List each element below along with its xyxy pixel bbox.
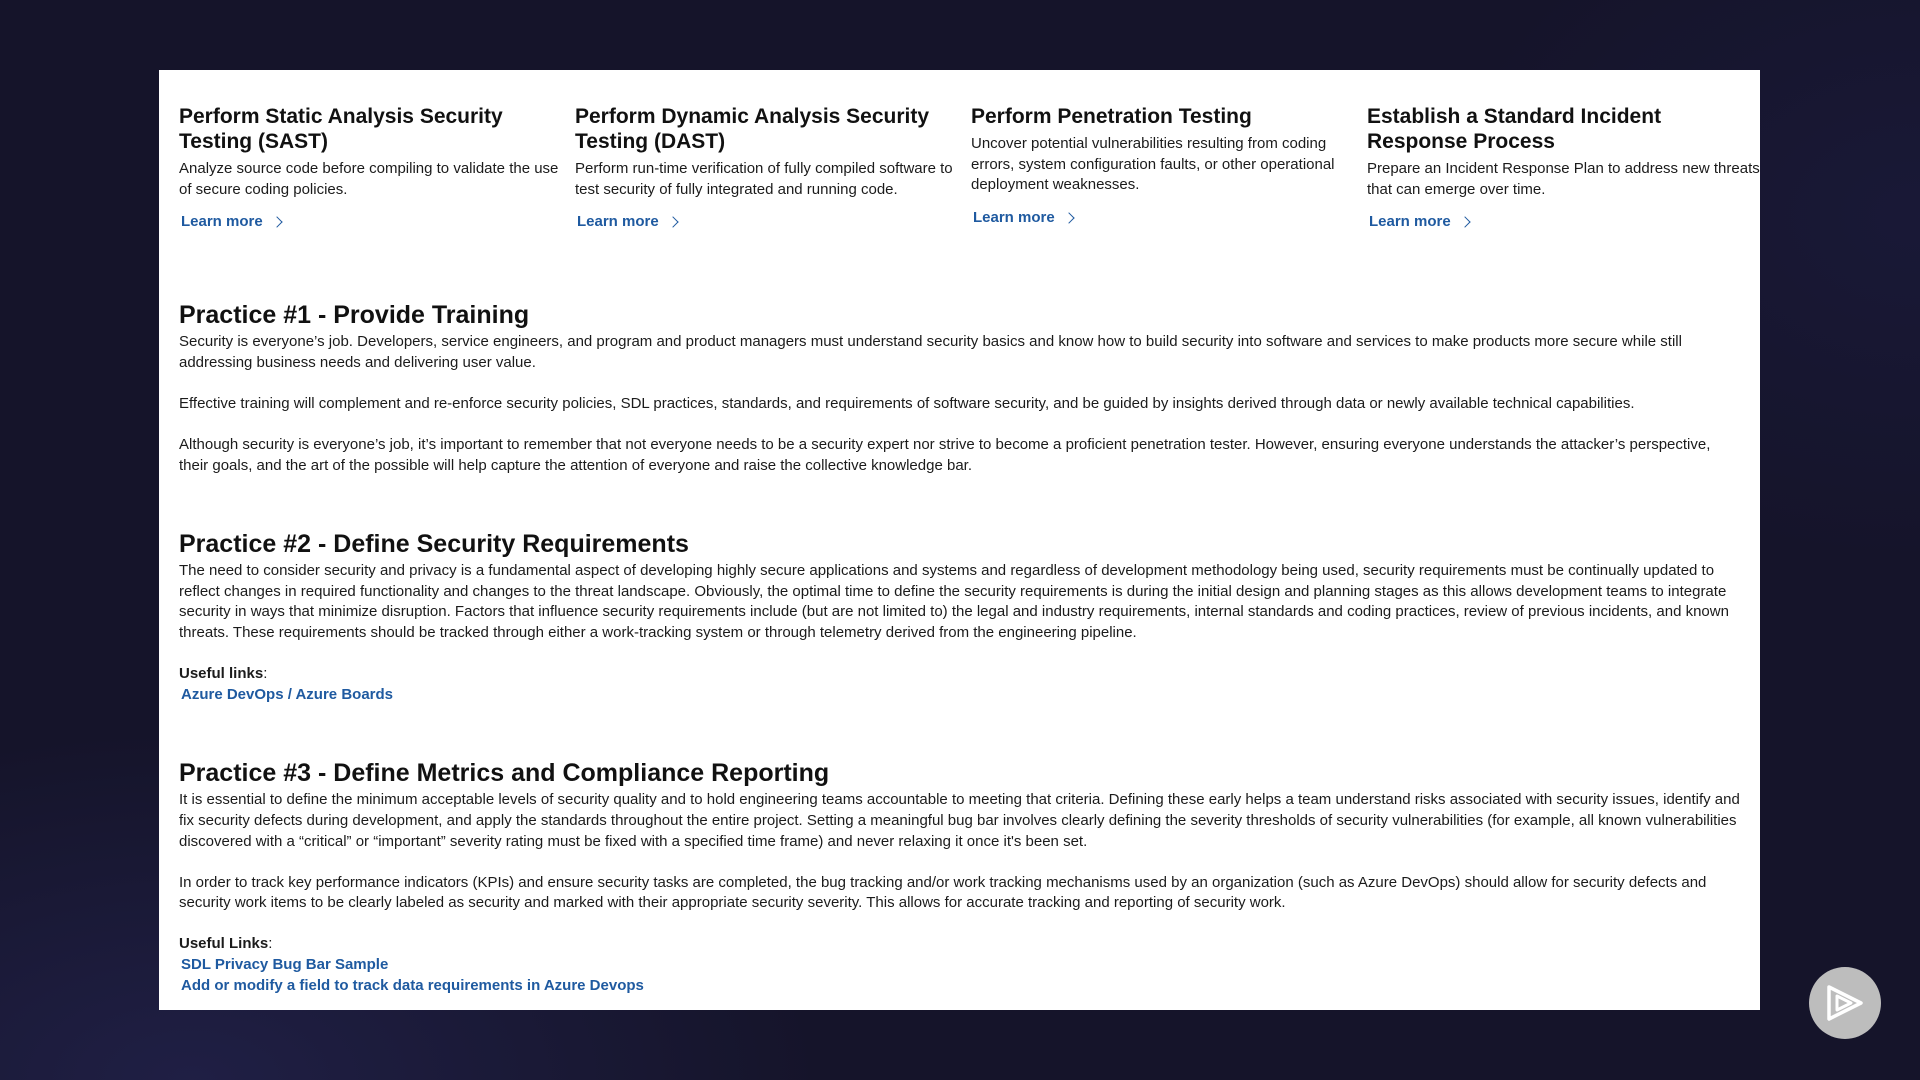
useful-links-label: Useful Links: [179,935,273,953]
chevron-right-icon [1063,211,1075,224]
learn-more-label: Learn more [181,213,263,230]
card-title: Perform Dynamic Analysis Security Testin… [575,105,930,153]
practice-paragraph: The need to consider security and privac… [179,562,1729,641]
practice-paragraph: Although security is everyone’s job, it’… [179,435,1711,474]
practice-heading: Practice #3 - Define Metrics and Complia… [179,759,830,788]
learn-more-link[interactable]: Learn more [1369,213,1471,230]
learn-more-label: Learn more [1369,213,1451,230]
learn-more-label: Learn more [577,213,659,230]
card-penetration-testing: Perform Penetration Testing Uncover pote… [971,104,1367,231]
card-title: Perform Static Analysis Security Testing… [179,105,503,153]
practice-paragraph: In order to track key performance indica… [179,873,1707,912]
learn-more-link[interactable]: Learn more [181,213,283,230]
practice-heading: Practice #1 - Provide Training [179,301,530,329]
play-logo-button[interactable] [1809,967,1881,1039]
learn-more-link[interactable]: Learn more [577,213,679,230]
practice-security-requirements: Practice #2 - Define Security Requiremen… [179,529,1741,705]
practice-heading: Practice #2 - Define Security Requiremen… [179,530,689,559]
chevron-right-icon [271,216,283,228]
link-azure-devops-field[interactable]: Add or modify a field to track data requ… [181,976,1741,997]
card-title: Perform Penetration Testing [971,105,1252,128]
useful-links-label: Useful links: [179,665,268,683]
practice-training: Practice #1 - Provide Training Security … [179,300,1741,476]
useful-links-text: Useful Links [179,935,269,953]
card-description: Analyze source code before compiling to … [179,160,559,198]
learn-more-label: Learn more [973,208,1055,226]
practice-paragraph: Security is everyone’s job. Developers, … [179,333,1682,371]
card-description: Prepare an Incident Response Plan to add… [1367,160,1760,198]
chevron-right-icon [667,216,679,228]
useful-links-text: Useful links [179,665,264,683]
learn-more-link[interactable]: Learn more [973,208,1075,226]
card-title: Establish a Standard Incident Response P… [1367,105,1662,153]
play-logo-icon [1827,985,1863,1021]
feature-cards: Perform Static Analysis Security Testing… [179,104,1760,231]
card-description: Uncover potential vulnerabilities result… [971,135,1335,193]
card-description: Perform run-time verification of fully c… [575,160,953,198]
practice-paragraph: It is essential to define the minimum ac… [179,791,1740,850]
card-incident-response: Establish a Standard Incident Response P… [1367,104,1760,231]
practice-metrics-compliance: Practice #3 - Define Metrics and Complia… [179,758,1741,996]
link-azure-boards[interactable]: Azure DevOps / Azure Boards [181,685,1741,706]
practice-paragraph: Effective training will complement and r… [179,394,1635,412]
chevron-right-icon [1459,216,1471,228]
link-privacy-bug-bar[interactable]: SDL Privacy Bug Bar Sample [181,955,1741,976]
card-dast: Perform Dynamic Analysis Security Testin… [575,104,971,231]
card-sast: Perform Static Analysis Security Testing… [179,104,575,231]
slide-panel: Perform Static Analysis Security Testing… [159,70,1760,1010]
practices-content: Practice #1 - Provide Training Security … [179,300,1741,996]
